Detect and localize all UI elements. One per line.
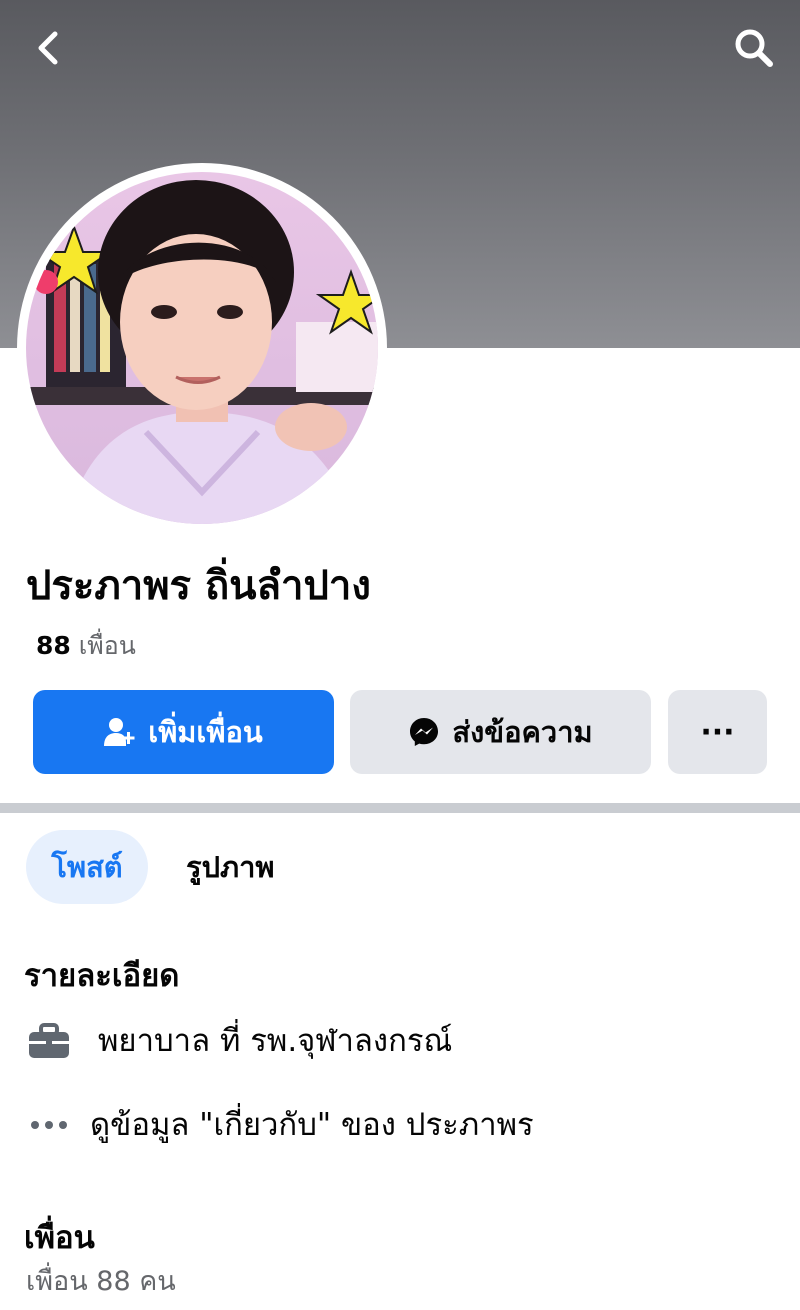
add-friend-button[interactable]: เพิ่มเพื่อน: [33, 690, 334, 774]
profile-name: ประภาพร ถิ่นลำปาง: [26, 563, 371, 609]
profile-avatar[interactable]: [26, 172, 378, 524]
tab-photos[interactable]: รูปภาพ: [186, 830, 275, 904]
friends-count: 88: [36, 631, 71, 660]
about-info-link[interactable]: ดูข้อมูล "เกี่ยวกับ" ของ ประภาพร: [24, 1100, 534, 1150]
tab-posts[interactable]: โพสต์: [26, 830, 148, 904]
add-friend-label: เพิ่มเพื่อน: [148, 715, 263, 749]
section-divider: [0, 803, 800, 813]
messenger-icon: [410, 718, 439, 746]
briefcase-icon: [24, 1016, 74, 1066]
more-options-icon: ···: [700, 714, 735, 750]
friends-count-text[interactable]: เพื่อน 88 คน: [26, 1262, 176, 1302]
friends-label: เพื่อน: [78, 631, 136, 660]
search-icon: [735, 29, 773, 67]
friends-count-summary[interactable]: 88 เพื่อน: [36, 628, 136, 664]
more-options-button[interactable]: ···: [668, 690, 767, 774]
add-friend-icon: [104, 718, 135, 746]
friends-heading: เพื่อน: [24, 1220, 95, 1256]
message-button[interactable]: ส่งข้อความ: [350, 690, 651, 774]
chevron-left-icon: [38, 31, 58, 65]
details-heading: รายละเอียด: [24, 958, 180, 994]
more-dots-icon: [24, 1100, 74, 1150]
back-button[interactable]: [24, 24, 72, 72]
profile-photo-image: [26, 172, 378, 524]
work-detail: พยาบาล ที่ รพ.จุฬาลงกรณ์: [24, 1016, 452, 1066]
message-label: ส่งข้อความ: [452, 715, 593, 749]
search-button[interactable]: [730, 24, 778, 72]
about-link-text: ดูข้อมูล "เกี่ยวกับ" ของ ประภาพร: [90, 1107, 534, 1143]
work-text: พยาบาล ที่ รพ.จุฬาลงกรณ์: [98, 1023, 453, 1059]
